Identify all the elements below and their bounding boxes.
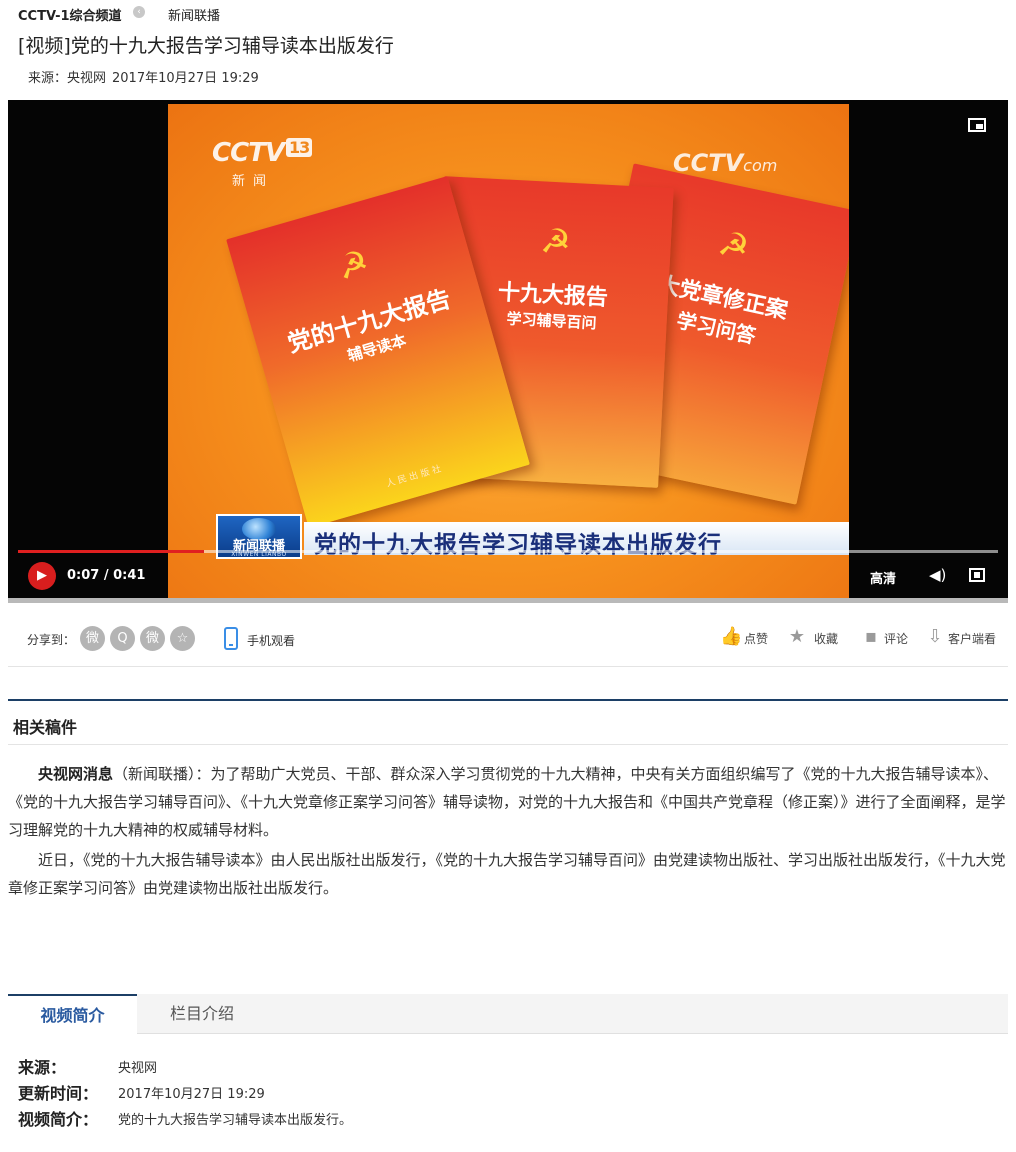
- program-name[interactable]: 新闻联播: [168, 5, 220, 24]
- info-row-source: 来源： 央视网: [18, 1058, 158, 1077]
- page-title: [视频]党的十九大报告学习辅导读本出版发行: [18, 35, 394, 57]
- party-emblem-icon: ☭: [539, 221, 572, 263]
- quality-selector[interactable]: 高清: [870, 568, 896, 587]
- source-text: 来源：央视网: [28, 71, 107, 86]
- tab-video-intro[interactable]: 视频简介: [8, 994, 137, 1035]
- mobile-watch-link[interactable]: 手机观看: [247, 632, 295, 649]
- lower-third-text: 党的十九大报告学习辅导读本出版发行: [314, 532, 722, 558]
- thumbs-up-icon: 👍: [720, 626, 743, 647]
- info-tabs: 视频简介 栏目介绍: [8, 994, 1008, 1035]
- client-watch-button[interactable]: ⇩ 客户端看: [924, 626, 1008, 652]
- comment-icon: ▪: [864, 626, 878, 647]
- article-paragraph: 近日，《党的十九大报告辅导读本》由人民出版社出版发行，《党的十九大报告学习辅导百…: [8, 851, 1006, 897]
- download-icon: ⇩: [927, 626, 943, 647]
- article-body: 央视网消息（新闻联播）：为了帮助广大党员、干部、群众深入学习贯彻党的十九大精神，…: [8, 760, 1006, 904]
- cctvcom-logo: CCTVcom: [673, 149, 778, 177]
- star-icon: ★: [788, 626, 806, 647]
- related-header: 相关稿件: [8, 699, 1008, 745]
- video-info: 来源： 央视网 更新时间： 2017年10月27日 19:29 视频简介： 党的…: [18, 1053, 1008, 1131]
- player-bottom-strip: [8, 598, 1008, 603]
- share-bar: 分享到： 微 Q 微 ☆ 手机观看 👍 点赞 ★ 收藏 ▪ 评论 ⇩ 客户端看: [8, 612, 1008, 667]
- article-paragraph: 央视网消息（新闻联播）：为了帮助广大党员、干部、群众深入学习贯彻党的十九大精神，…: [8, 765, 1006, 839]
- share-label: 分享到：: [27, 633, 76, 647]
- back-arrow-icon[interactable]: ‹: [133, 6, 145, 18]
- collect-button[interactable]: ★ 收藏: [786, 626, 846, 652]
- mobile-phone-icon[interactable]: [224, 627, 238, 650]
- article-lead: 央视网消息: [38, 765, 114, 783]
- comment-button[interactable]: ▪ 评论: [860, 626, 920, 652]
- picture-in-picture-icon[interactable]: [968, 118, 986, 132]
- video-player[interactable]: CCTV 13 新闻 CCTVcom ☭ 大党章修正案 学习问答 ☭ 十九大报告 …: [8, 100, 1008, 603]
- fullscreen-icon[interactable]: [969, 568, 985, 582]
- like-button[interactable]: 👍 点赞: [720, 626, 780, 652]
- top-bar: CCTV-1综合频道 ‹ 新闻联播: [0, 0, 1016, 26]
- volume-icon[interactable]: ◀): [929, 566, 946, 584]
- publish-datetime: 2017年10月27日 19:29: [112, 71, 259, 86]
- channel-name[interactable]: CCTV-1综合频道: [18, 5, 122, 24]
- tab-program-intro[interactable]: 栏目介绍: [137, 994, 267, 1034]
- qq-icon[interactable]: Q: [110, 626, 135, 651]
- article-meta: 来源：央视网 2017年10月27日 19:29: [28, 67, 265, 86]
- play-button[interactable]: ▶: [28, 562, 56, 590]
- weibo-icon[interactable]: 微: [80, 626, 105, 651]
- info-row-summary: 视频简介： 党的十九大报告学习辅导读本出版发行。: [18, 1110, 353, 1129]
- progress-bar[interactable]: [18, 550, 998, 553]
- cctv13-logo: CCTV 13: [212, 138, 313, 168]
- party-emblem-icon: ☭: [333, 242, 374, 289]
- related-title: 相关稿件: [13, 718, 78, 737]
- playback-time: 0:07 / 0:41: [67, 568, 146, 583]
- wechat-icon[interactable]: 微: [140, 626, 165, 651]
- info-row-updated: 更新时间： 2017年10月27日 19:29: [18, 1084, 265, 1103]
- cctv13-logo-sub: 新闻: [232, 174, 275, 189]
- progress-fill: [18, 550, 205, 553]
- favorite-star-icon[interactable]: ☆: [170, 626, 195, 651]
- video-frame[interactable]: CCTV 13 新闻 CCTVcom ☭ 大党章修正案 学习问答 ☭ 十九大报告 …: [168, 104, 849, 598]
- party-emblem-icon: ☭: [714, 223, 753, 269]
